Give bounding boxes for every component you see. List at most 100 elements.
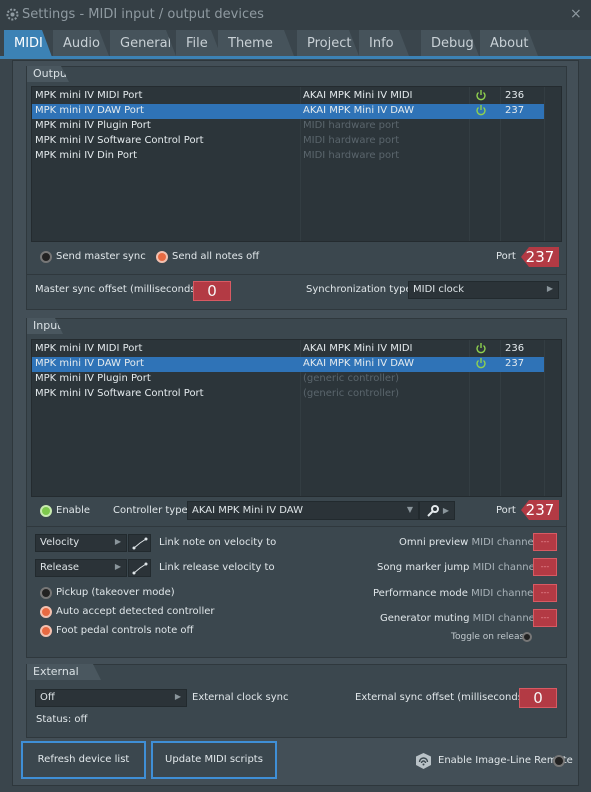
output-row[interactable]: MPK mini IV Din Port MIDI hardware port [32, 149, 544, 164]
link-release-label: Link release velocity to [159, 562, 275, 573]
settings-gear-icon [6, 8, 19, 21]
update-midi-scripts-button[interactable]: Update MIDI scripts [151, 741, 277, 779]
send-master-sync-radio[interactable] [40, 251, 52, 263]
controller-type-value: AKAI MPK Mini IV DAW [192, 505, 303, 516]
input-port-label: Port [496, 505, 516, 516]
tab-underline [0, 56, 591, 59]
sync-type-combo[interactable]: MIDI clock ▶ [408, 281, 559, 299]
external-sync-section-label: External sync [27, 664, 101, 680]
send-all-notes-off-label: Send all notes off [172, 251, 260, 262]
input-row[interactable]: MPK mini IV Plugin Port (generic control… [32, 372, 544, 387]
external-sync-offset-value[interactable]: 0 [519, 688, 557, 708]
enable-image-line-remote-radio[interactable] [553, 755, 565, 767]
omni-preview-label: Omni preview [399, 537, 469, 548]
toggle-on-release-radio[interactable] [522, 632, 532, 642]
device-name: AKAI MPK Mini IV DAW [303, 358, 414, 369]
port-name: MPK mini IV MIDI Port [35, 90, 143, 101]
generator-muting-channel-button[interactable]: --- [533, 609, 557, 627]
tab-midi[interactable]: MIDI [4, 30, 52, 57]
input-row[interactable]: MPK mini IV Software Control Port (gener… [32, 387, 544, 402]
tab-general[interactable]: General [110, 30, 176, 56]
port-name: MPK mini IV Software Control Port [35, 135, 204, 146]
column-separator [544, 340, 545, 496]
output-row-selected[interactable]: MPK mini IV DAW Port AKAI MPK Mini IV DA… [32, 104, 544, 119]
midi-channel-suffix: MIDI channel [471, 588, 537, 599]
generator-muting-row: Generator muting MIDI channel [380, 613, 538, 624]
external-clock-sync-label: External clock sync [192, 692, 289, 703]
sync-type-label: Synchronization type [306, 284, 412, 295]
output-row[interactable]: MPK mini IV Plugin Port MIDI hardware po… [32, 119, 544, 134]
tab-file[interactable]: File [176, 30, 221, 56]
image-line-remote-icon [416, 753, 431, 769]
output-port-value[interactable]: 237 [521, 247, 559, 267]
power-icon[interactable] [475, 357, 487, 372]
foot-pedal-label: Foot pedal controls note off [56, 625, 194, 636]
auto-accept-radio[interactable] [40, 606, 52, 618]
song-marker-label: Song marker jump [377, 562, 470, 573]
chevron-right-icon: ▶ [174, 692, 181, 701]
omni-preview-channel-button[interactable]: --- [533, 533, 557, 551]
master-sync-offset-label: Master sync offset (milliseconds) [35, 284, 200, 295]
release-combo[interactable]: Release ▶ [35, 559, 127, 577]
power-icon[interactable] [475, 342, 487, 357]
foot-pedal-radio[interactable] [40, 625, 52, 637]
velocity-curve-button[interactable] [128, 534, 151, 552]
chevron-right-icon: ▶ [442, 506, 449, 515]
song-marker-channel-button[interactable]: --- [533, 558, 557, 576]
controller-type-label: Controller type [113, 505, 188, 516]
external-sync-offset-label: External sync offset (milliseconds) [355, 692, 527, 703]
output-row[interactable]: MPK mini IV Software Control Port MIDI h… [32, 134, 544, 149]
close-button[interactable]: × [570, 6, 582, 22]
device-name: AKAI MPK Mini IV MIDI [303, 90, 413, 101]
performance-mode-row: Performance mode MIDI channel [373, 588, 536, 599]
tab-audio[interactable]: Audio [53, 30, 109, 56]
input-row-selected[interactable]: MPK mini IV DAW Port AKAI MPK Mini IV DA… [32, 357, 544, 372]
enable-label: Enable [56, 505, 91, 516]
refresh-device-list-button[interactable]: Refresh device list [21, 741, 146, 779]
midi-channel-suffix: MIDI channel [472, 562, 538, 573]
curve-icon [132, 562, 148, 575]
power-icon[interactable] [475, 104, 487, 119]
input-row[interactable]: MPK mini IV MIDI Port AKAI MPK Mini IV M… [32, 342, 544, 357]
curve-icon [132, 537, 148, 550]
port-name: MPK mini IV Software Control Port [35, 388, 204, 399]
window-title: Settings - MIDI input / output devices [22, 7, 264, 22]
performance-mode-label: Performance mode [373, 588, 468, 599]
input-port-value[interactable]: 237 [521, 500, 559, 520]
output-row[interactable]: MPK mini IV MIDI Port AKAI MPK Mini IV M… [32, 89, 544, 104]
port-number: 237 [505, 358, 525, 369]
chevron-right-icon: ▶ [114, 537, 121, 546]
tab-debug[interactable]: Debug [421, 30, 479, 56]
device-name: (generic controller) [303, 373, 400, 384]
power-icon[interactable] [475, 89, 487, 104]
tab-info[interactable]: Info [359, 30, 409, 56]
chevron-right-icon: ▶ [114, 562, 121, 571]
device-name: (generic controller) [303, 388, 400, 399]
performance-mode-channel-button[interactable]: --- [533, 584, 557, 602]
release-curve-button[interactable] [128, 559, 151, 577]
device-name: MIDI hardware port [303, 150, 400, 161]
sync-type-value: MIDI clock [413, 284, 465, 295]
toggle-on-release-label: Toggle on release [451, 632, 530, 642]
controller-type-combo[interactable]: AKAI MPK Mini IV DAW ▼ [187, 501, 419, 520]
tab-project[interactable]: Project [297, 30, 359, 56]
port-name: MPK mini IV Din Port [35, 150, 137, 161]
velocity-combo[interactable]: Velocity ▶ [35, 534, 127, 552]
tab-about[interactable]: About [480, 30, 538, 56]
port-number: 236 [505, 90, 525, 101]
generator-muting-label: Generator muting [380, 613, 470, 624]
tab-theme[interactable]: Theme [218, 30, 294, 56]
output-port-label: Port [496, 251, 516, 262]
external-sync-combo[interactable]: Off ▶ [35, 689, 187, 707]
pickup-radio[interactable] [40, 587, 52, 599]
external-sync-combo-value: Off [40, 692, 55, 703]
master-sync-offset-value[interactable]: 0 [193, 281, 231, 301]
link-velocity-label: Link note on velocity to [159, 537, 277, 548]
omni-preview-row: Omni preview MIDI channel [399, 537, 537, 548]
send-master-sync-label: Send master sync [56, 251, 146, 262]
send-all-notes-off-radio[interactable] [156, 251, 168, 263]
port-name: MPK mini IV Plugin Port [35, 373, 151, 384]
enable-radio[interactable] [40, 505, 52, 517]
controller-settings-button[interactable]: ▶ [419, 501, 455, 520]
pickup-label: Pickup (takeover mode) [56, 587, 175, 598]
